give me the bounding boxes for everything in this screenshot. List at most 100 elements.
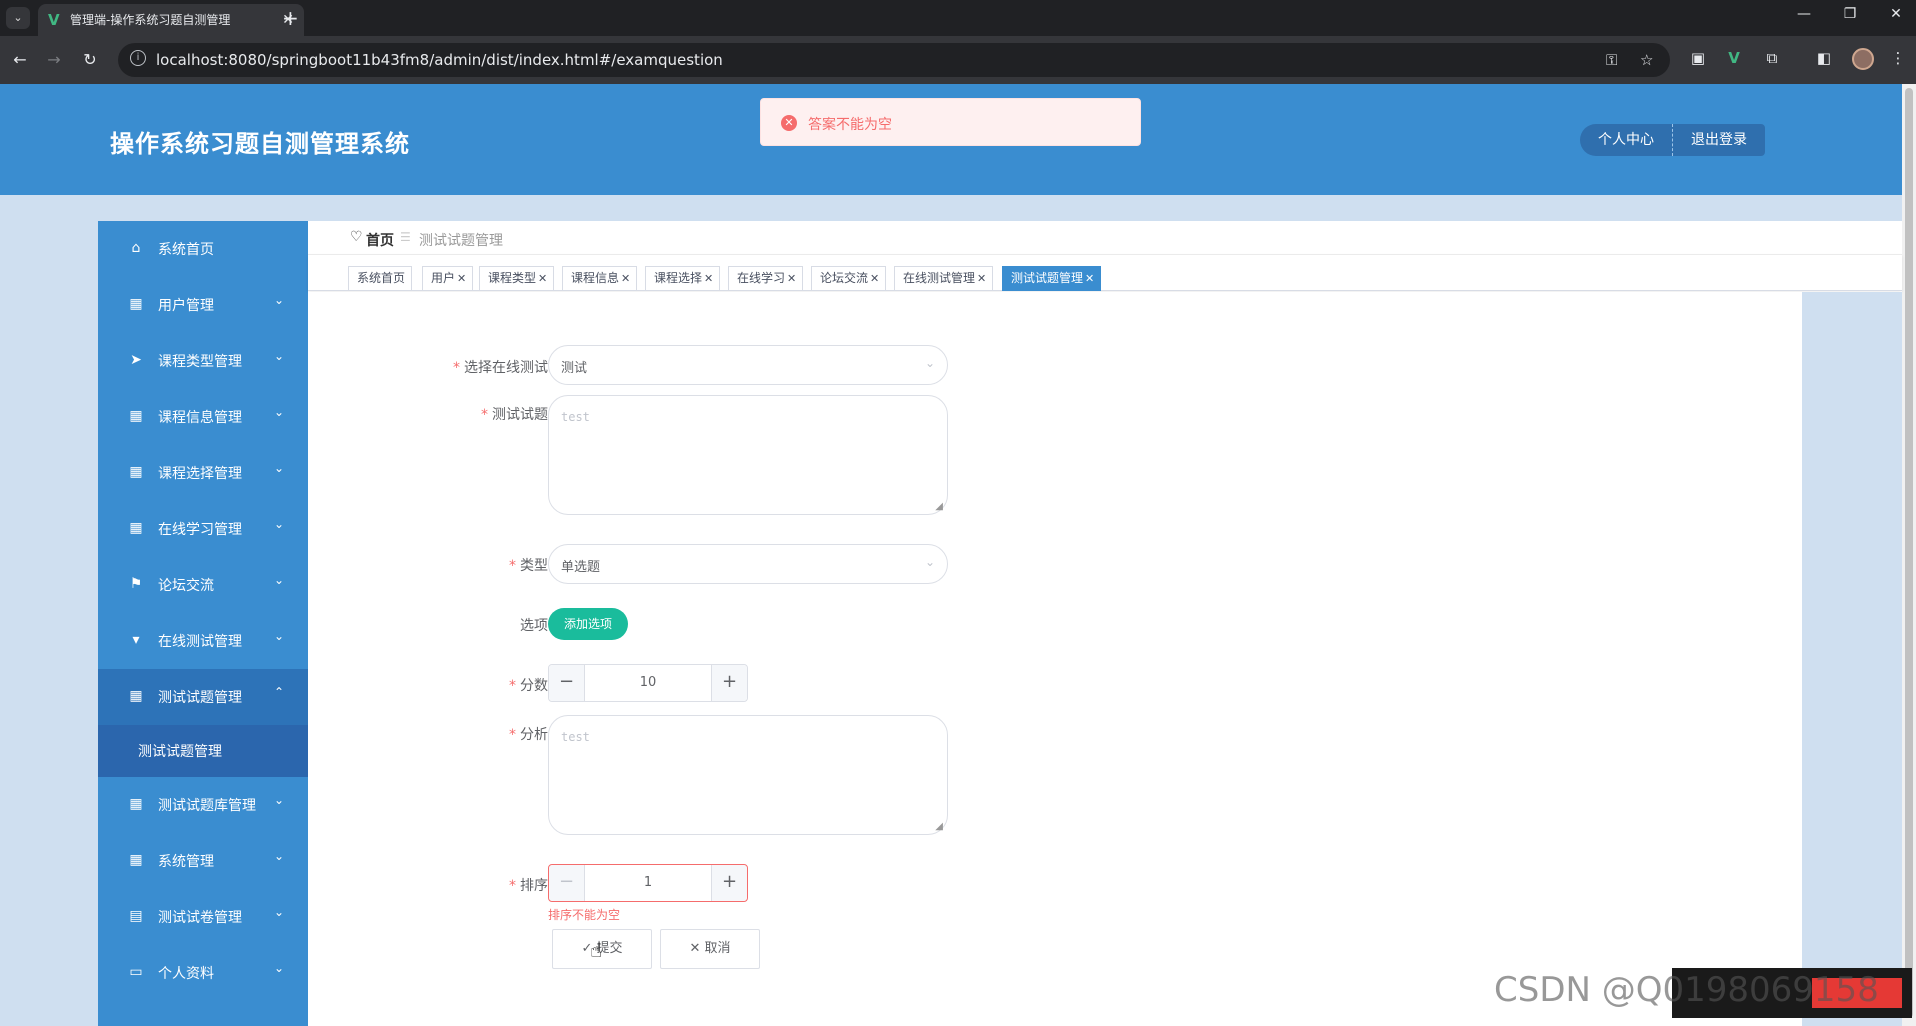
new-tab-button[interactable]: +	[282, 6, 299, 30]
window-close-icon[interactable]: ✕	[1886, 6, 1906, 22]
tag-label: 在线测试管理	[903, 271, 976, 285]
extensions-puzzle-icon[interactable]: ⧉	[1762, 49, 1782, 67]
score-stepper[interactable]: − 10 +	[548, 664, 748, 702]
url-text[interactable]: localhost:8080/springboot11b43fm8/admin/…	[156, 51, 723, 69]
sidebar-item-home[interactable]: ⌂ 系统首页	[98, 221, 308, 277]
tag-online-test[interactable]: 在线测试管理 ✕	[894, 266, 994, 291]
browser-menu-icon[interactable]: ⋮	[1888, 49, 1908, 67]
sidebar-item-online-learning[interactable]: ▦ 在线学习管理 ⌄	[98, 501, 308, 557]
increase-icon[interactable]: +	[711, 865, 747, 901]
close-icon[interactable]: ✕	[538, 272, 547, 285]
sidebar-item-course-select[interactable]: ▦ 课程选择管理 ⌄	[98, 445, 308, 501]
url-bar[interactable]: i localhost:8080/springboot11b43fm8/admi…	[118, 43, 1670, 77]
tag-online-learning[interactable]: 在线学习 ✕	[728, 266, 804, 291]
close-icon[interactable]: ✕	[787, 272, 796, 285]
decrease-icon[interactable]: −	[549, 865, 585, 901]
tag-test-questions[interactable]: 测试试题管理 ✕	[1002, 266, 1102, 291]
order-error-message: 排序不能为空	[548, 908, 621, 922]
sidebar-item-label: 用户管理	[158, 298, 214, 314]
increase-icon[interactable]: +	[711, 665, 747, 701]
sidebar-item-forum[interactable]: ⚑ 论坛交流 ⌄	[98, 557, 308, 613]
sidebar-item-users[interactable]: ▦ 用户管理 ⌄	[98, 277, 308, 333]
profile-avatar[interactable]	[1852, 48, 1874, 70]
cancel-button[interactable]: ✕ 取消	[660, 929, 760, 969]
type-select[interactable]: 单选题 ⌄	[548, 544, 948, 584]
content-gutter	[1802, 292, 1902, 1026]
incognito-extension-icon[interactable]: ▣	[1688, 49, 1708, 67]
address-bar: ← → ↻ i localhost:8080/springboot11b43fm…	[0, 36, 1916, 84]
tag-label: 课程信息	[571, 271, 620, 285]
side-panel-icon[interactable]: ◧	[1814, 49, 1834, 67]
tag-course-info[interactable]: 课程信息 ✕	[562, 266, 638, 291]
browser-tab[interactable]: V 管理端-操作系统习题自测管理 ✕	[38, 4, 304, 36]
grid-icon: ▦	[129, 796, 143, 812]
minimize-icon[interactable]: —	[1794, 6, 1814, 22]
vue-logo-icon: V	[48, 11, 60, 29]
personal-center-button[interactable]: 个人中心	[1580, 124, 1673, 156]
score-label: * 分数	[509, 678, 548, 694]
question-label: * 测试试题	[481, 407, 548, 423]
app-title: 操作系统习题自测管理系统	[110, 130, 410, 158]
tab-search-button[interactable]: ⌄	[6, 7, 30, 29]
reload-icon[interactable]: ↻	[80, 50, 100, 69]
flag-icon: ⚑	[129, 576, 143, 592]
browser-tab-bar: ⌄ V 管理端-操作系统习题自测管理 ✕ + — ❐ ✕	[0, 0, 1916, 36]
type-select-value: 单选题	[561, 560, 601, 575]
sidebar-item-online-test[interactable]: ▾ 在线测试管理 ⌄	[98, 613, 308, 669]
vue-devtools-icon[interactable]: V	[1724, 49, 1744, 67]
close-icon[interactable]: ✕	[621, 272, 630, 285]
pin-icon: ▾	[132, 632, 140, 648]
sidebar-item-course-types[interactable]: ➤ 课程类型管理 ⌄	[98, 333, 308, 389]
analysis-textarea[interactable]: test ◢	[548, 715, 948, 835]
decrease-icon[interactable]: −	[549, 665, 585, 701]
cancel-label: 取消	[704, 941, 731, 956]
sidebar-item-test-papers[interactable]: ▤ 测试试卷管理 ⌄	[98, 889, 308, 945]
close-icon[interactable]: ✕	[704, 272, 713, 285]
password-key-icon[interactable]: ⚿	[1606, 51, 1617, 69]
chevron-down-icon: ⌄	[274, 573, 285, 587]
bookmark-star-icon[interactable]: ☆	[1640, 51, 1653, 69]
tag-label: 课程类型	[488, 271, 537, 285]
options-label: 选项	[520, 618, 548, 634]
exam-select[interactable]: 测试 ⌄	[548, 345, 948, 385]
watermark: CSDN @Q0198069158	[1494, 970, 1879, 1010]
heart-icon: ♡	[350, 229, 363, 245]
close-icon[interactable]: ✕	[457, 272, 466, 285]
add-option-button[interactable]: 添加选项	[548, 608, 628, 640]
sidebar-item-system[interactable]: ▦ 系统管理 ⌄	[98, 833, 308, 889]
tag-home[interactable]: 系统首页	[348, 266, 413, 291]
sidebar-item-profile[interactable]: ▭ 个人资料 ⌄	[98, 945, 308, 1001]
back-icon[interactable]: ←	[10, 50, 30, 69]
resize-grip-icon[interactable]: ◢	[935, 821, 943, 832]
tag-course-types[interactable]: 课程类型 ✕	[479, 266, 555, 291]
submenu-item-test-questions[interactable]: 测试试题管理	[98, 725, 308, 777]
question-textarea[interactable]: test ◢	[548, 395, 948, 515]
grid-icon: ▦	[129, 520, 143, 536]
sidebar-item-label: 测试试题管理	[158, 690, 242, 706]
breadcrumb-current: 测试试题管理	[419, 233, 503, 249]
tag-users[interactable]: 用户 ✕	[422, 266, 474, 291]
tag-forum[interactable]: 论坛交流 ✕	[811, 266, 887, 291]
tag-course-select[interactable]: 课程选择 ✕	[645, 266, 721, 291]
close-icon[interactable]: ✕	[1085, 272, 1094, 285]
logout-button[interactable]: 退出登录	[1673, 124, 1765, 156]
breadcrumb-home[interactable]: 首页	[366, 230, 394, 250]
sidebar-item-label: 在线测试管理	[158, 634, 242, 650]
restore-icon[interactable]: ❐	[1840, 6, 1860, 22]
toast-message: 答案不能为空	[808, 117, 892, 133]
order-stepper[interactable]: − 1 +	[548, 864, 748, 902]
tag-label: 在线学习	[737, 271, 786, 285]
order-value[interactable]: 1	[585, 875, 711, 890]
page-scrollbar-thumb[interactable]	[1905, 88, 1913, 1018]
close-icon: ✕	[689, 941, 701, 956]
error-toast: ✕ 答案不能为空	[760, 98, 1141, 146]
close-icon[interactable]: ✕	[870, 272, 879, 285]
sidebar-item-course-info[interactable]: ▦ 课程信息管理 ⌄	[98, 389, 308, 445]
site-info-icon[interactable]: i	[130, 50, 146, 66]
score-value[interactable]: 10	[585, 675, 711, 690]
close-icon[interactable]: ✕	[977, 272, 986, 285]
sidebar-item-question-bank[interactable]: ▦ 测试试题库管理 ⌄	[98, 777, 308, 833]
resize-grip-icon[interactable]: ◢	[935, 501, 943, 512]
forward-icon[interactable]: →	[44, 50, 64, 69]
sidebar-item-test-questions[interactable]: ▦ 测试试题管理 ⌃	[98, 669, 308, 725]
